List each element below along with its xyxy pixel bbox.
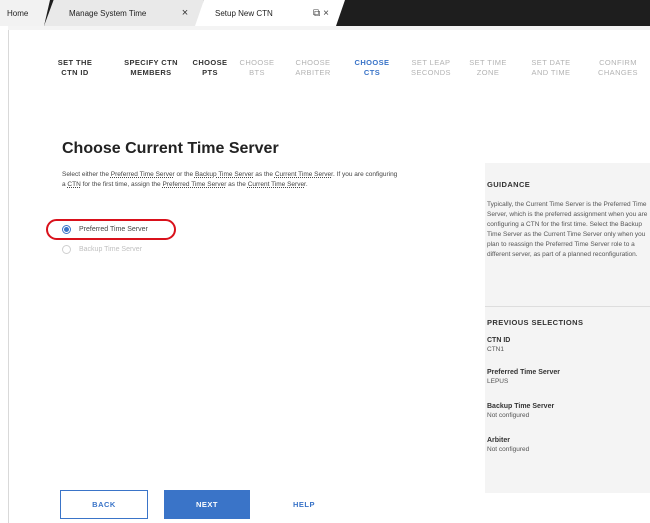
radio-button-selected[interactable]	[62, 225, 71, 234]
step-specify-ctn-members[interactable]: SPECIFY CTN MEMBERS	[112, 58, 190, 78]
step-set-ctn-id[interactable]: SET THE CTN ID	[50, 58, 100, 78]
guidance-section: GUIDANCE Typically, the Current Time Ser…	[487, 180, 649, 260]
desc-text: for the first time, assign the	[80, 181, 163, 188]
step-set-time-zone: SET TIME ZONE	[469, 58, 507, 77]
desc-text: Select either the	[62, 171, 111, 178]
radio-label: Preferred Time Server	[79, 226, 148, 233]
step-choose-bts: CHOOSE BTS	[239, 58, 275, 77]
tab-setup-new-ctn[interactable]: Setup New CTN ⧉ ×	[195, 0, 345, 26]
wizard-stepper: SET THE CTN ID SPECIFY CTN MEMBERS CHOOSE P…	[0, 58, 650, 82]
previous-selections-heading: PREVIOUS SELECTIONS	[487, 318, 584, 327]
sidebar-divider	[485, 306, 650, 307]
restore-window-icon[interactable]: ⧉	[313, 8, 320, 19]
selection-key: CTN ID	[487, 337, 511, 344]
selection-value: Not configured	[487, 412, 530, 419]
step-set-leap-seconds: SET LEAP SECONDS	[411, 58, 451, 77]
glossary-link-preferred-time-server[interactable]: Preferred Time Server	[111, 171, 175, 178]
desc-text: or the	[174, 171, 195, 178]
help-button[interactable]: HELP	[278, 490, 330, 519]
selection-value: LEPUS	[487, 378, 509, 385]
glossary-link-ctn[interactable]: CTN	[67, 181, 80, 188]
desc-text: .	[305, 181, 308, 188]
back-button[interactable]: BACK	[60, 490, 148, 519]
step-set-date-and-time: SET DATE AND TIME	[531, 58, 571, 77]
selection-key: Backup Time Server	[487, 403, 555, 410]
next-button[interactable]: NEXT	[164, 490, 250, 519]
radio-option-preferred-time-server[interactable]: Preferred Time Server	[62, 225, 148, 234]
close-icon[interactable]: ×	[178, 7, 192, 19]
tab-manage-system-time[interactable]: Manage System Time ×	[44, 0, 204, 26]
previous-selection-arbiter: Arbiter Not configured	[487, 437, 529, 453]
page-description: Select either the Preferred Time Server …	[62, 170, 402, 190]
close-icon[interactable]: ×	[323, 8, 329, 19]
step-choose-pts[interactable]: CHOOSE PTS	[190, 58, 230, 78]
step-choose-cts[interactable]: CHOOSE CTS	[350, 58, 394, 78]
guidance-text: Typically, the Current Time Server is th…	[487, 201, 648, 258]
selection-key: Preferred Time Server	[487, 369, 561, 376]
tab-bar: Home Manage System Time × Setup New CTN …	[0, 0, 650, 26]
selection-key: Arbiter	[487, 437, 510, 444]
radio-label: Backup Time Server	[79, 246, 143, 253]
glossary-link-preferred-time-server[interactable]: Preferred Time Server	[162, 181, 226, 188]
radio-dot	[64, 227, 69, 232]
tab-home[interactable]: Home	[0, 0, 50, 26]
previous-selections-section: PREVIOUS SELECTIONS	[487, 318, 583, 327]
step-choose-arbiter: CHOOSE ARBITER	[295, 58, 331, 77]
glossary-link-current-time-server[interactable]: Current Time Server	[275, 171, 333, 178]
radio-option-backup-time-server: Backup Time Server	[62, 245, 142, 254]
tab-home-label: Home	[7, 8, 29, 18]
previous-selection-pts: Preferred Time Server LEPUS	[487, 369, 560, 385]
radio-button-disabled	[62, 245, 71, 254]
tab-manage-system-time-label: Manage System Time	[69, 8, 147, 18]
panel-top-strip	[8, 26, 650, 30]
tab-setup-new-ctn-label: Setup New CTN	[215, 8, 273, 18]
guidance-heading: GUIDANCE	[487, 180, 531, 189]
step-confirm-changes: CONFIRM CHANGES	[598, 58, 638, 77]
selection-value: Not configured	[487, 446, 530, 453]
page-title: Choose Current Time Server	[62, 140, 279, 157]
previous-selection-bts: Backup Time Server Not configured	[487, 403, 554, 419]
previous-selection-ctn-id: CTN ID CTN1	[487, 337, 510, 353]
selection-value: CTN1	[487, 346, 504, 353]
glossary-link-backup-time-server[interactable]: Backup Time Server	[195, 171, 254, 178]
desc-text: as the	[226, 181, 248, 188]
desc-text: as the	[253, 171, 275, 178]
glossary-link-current-time-server[interactable]: Current Time Server	[248, 181, 306, 188]
